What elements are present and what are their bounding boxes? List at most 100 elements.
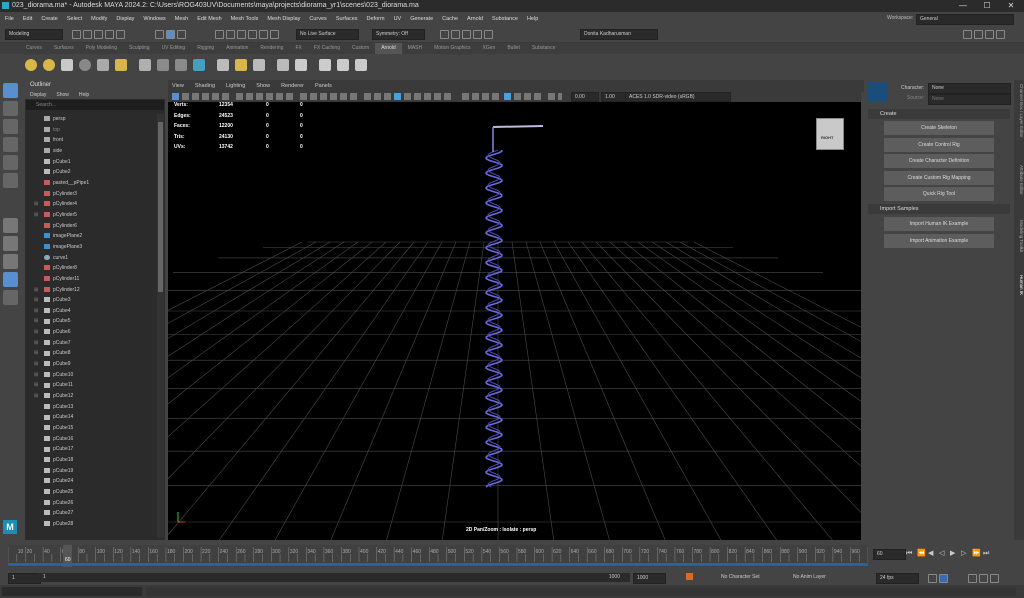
expand-icon[interactable]: ⊞ [34, 295, 38, 306]
current-frame-field[interactable]: 60 [873, 549, 906, 560]
menu-cache[interactable]: Cache [442, 16, 458, 22]
sound-icon[interactable] [939, 574, 948, 583]
settings-icon[interactable] [990, 574, 999, 583]
outliner-item[interactable]: pCube2 [25, 167, 157, 178]
expand-icon[interactable]: ⊞ [34, 210, 38, 221]
snap-pivot-icon[interactable] [270, 30, 279, 39]
expand-icon[interactable]: ⊞ [34, 316, 38, 327]
import-samples-section-header[interactable]: Import Samples [868, 204, 1010, 214]
physical-sky-icon[interactable] [97, 58, 109, 71]
hik-create-control-rig-button[interactable]: Create Control Rig [884, 137, 994, 152]
expand-icon[interactable]: ⊞ [34, 380, 38, 391]
shelf-tab-custom[interactable]: Custom [346, 43, 375, 54]
outliner-item[interactable]: pCube27 [25, 508, 157, 519]
outliner-item[interactable]: ⊞ pCylinder4 [25, 199, 157, 210]
outliner-item[interactable]: pCube25 [25, 487, 157, 498]
outliner-menu-display[interactable]: Display [30, 92, 46, 98]
outliner-item[interactable]: pCube14 [25, 412, 157, 423]
select-object-icon[interactable] [166, 30, 175, 39]
shader-ball-icon[interactable] [277, 58, 289, 71]
expand-icon[interactable]: ⊞ [34, 199, 38, 210]
outliner-item[interactable]: pCube15 [25, 423, 157, 434]
menu-modify[interactable]: Modify [91, 16, 107, 22]
shelf-tab-fx[interactable]: FX [289, 43, 307, 54]
menu-mesh-display[interactable]: Mesh Display [267, 16, 300, 22]
render-view-icon[interactable] [337, 58, 349, 71]
outliner-search-input[interactable]: Search... [26, 100, 164, 110]
shelf-tab-uv-editing[interactable]: UV Editing [156, 43, 192, 54]
maximize-button[interactable]: ☐ [976, 1, 998, 11]
paint-select-tool-icon[interactable] [3, 119, 18, 134]
outliner-scroll-thumb[interactable] [158, 122, 163, 292]
outliner-item[interactable]: front [25, 135, 157, 146]
expand-icon[interactable]: ⊞ [34, 338, 38, 349]
outliner-item[interactable]: ⊞ pCube10 [25, 370, 157, 381]
tab-human-ik[interactable]: Human IK [1014, 275, 1024, 295]
curve-collector-icon[interactable] [175, 58, 187, 71]
shelf-tab-mash[interactable]: MASH [402, 43, 428, 54]
command-line[interactable] [0, 585, 1024, 598]
outliner-item[interactable]: ⊞ pCube7 [25, 338, 157, 349]
outliner-item[interactable]: pCube16 [25, 434, 157, 445]
expand-icon[interactable]: ⊞ [34, 327, 38, 338]
four-pane-layout-icon[interactable] [3, 236, 18, 251]
outliner-item[interactable]: curve1 [25, 253, 157, 264]
outliner-layout-icon[interactable] [3, 272, 18, 287]
undo-icon[interactable] [105, 30, 114, 39]
mode-dropdown[interactable]: Modeling [5, 29, 63, 40]
new-scene-icon[interactable] [72, 30, 81, 39]
step-back-key-icon[interactable]: ⏪ [917, 550, 926, 557]
menu-mesh-tools[interactable]: Mesh Tools [231, 16, 259, 22]
shelf-tab-surfaces[interactable]: Surfaces [48, 43, 80, 54]
shelf-tab-xgen[interactable]: XGen [477, 43, 502, 54]
ipr-render-icon[interactable] [451, 30, 460, 39]
tab-attribute-editor[interactable]: Attribute Editor [1014, 165, 1024, 195]
close-button[interactable]: ✕ [1000, 1, 1022, 11]
channel-box-icon[interactable] [996, 30, 1005, 39]
outliner-item[interactable]: ⊞ pCube9 [25, 359, 157, 370]
playback-speed-icon[interactable] [979, 574, 988, 583]
tab-modeling-toolkit[interactable]: Modeling Toolkit [1014, 220, 1024, 252]
loop-icon[interactable] [928, 574, 937, 583]
character-dropdown[interactable]: None [928, 83, 1011, 94]
hik-create-custom-rig-mapping-button[interactable]: Create Custom Rig Mapping [884, 170, 994, 185]
maya-home-icon[interactable]: M [3, 520, 17, 534]
go-to-end-icon[interactable]: ⏭ [983, 550, 992, 557]
render-settings-icon[interactable] [462, 30, 471, 39]
shelf-tab-arnold[interactable]: Arnold [375, 43, 402, 54]
outliner-item[interactable]: persp [25, 114, 157, 125]
light-manager-icon[interactable] [235, 58, 247, 71]
search-icon[interactable] [3, 290, 18, 305]
time-slider[interactable]: 1020 40 60 80 100 120 140 160 180 200 220 240 260 280… [0, 541, 1024, 569]
menu-deform[interactable]: Deform [367, 16, 385, 22]
outliner-item[interactable]: top [25, 125, 157, 136]
viewport-scene[interactable] [168, 102, 861, 540]
scene-start-field[interactable]: 1 [8, 573, 41, 584]
viewport-menu-shading[interactable]: Shading [195, 83, 215, 89]
outliner-item[interactable]: pCube17 [25, 444, 157, 455]
outliner-item[interactable]: ⊞ pCube6 [25, 327, 157, 338]
tx-manager-icon[interactable] [217, 58, 229, 71]
expand-icon[interactable]: ⊞ [34, 370, 38, 381]
play-back-icon[interactable]: ◁ [939, 550, 948, 557]
lasso-tool-icon[interactable] [3, 101, 18, 116]
character-set-dropdown[interactable]: No Character Set [718, 573, 789, 582]
open-scene-icon[interactable] [83, 30, 92, 39]
outliner-item[interactable]: pCube1 [25, 157, 157, 168]
outliner-item[interactable]: pasted__pPipe1 [25, 178, 157, 189]
play-render-icon[interactable] [355, 58, 367, 71]
minimize-button[interactable]: — [952, 1, 974, 11]
hypershade-icon[interactable] [473, 30, 482, 39]
outliner-item[interactable]: imagePlane2 [25, 231, 157, 242]
workspace-dropdown[interactable]: General [916, 14, 1014, 25]
scale-tool-icon[interactable] [3, 173, 18, 188]
snap-curve-icon[interactable] [226, 30, 235, 39]
shelf-tab-substance[interactable]: Substance [526, 43, 562, 54]
menu-help[interactable]: Help [527, 16, 538, 22]
expand-icon[interactable]: ⊞ [34, 359, 38, 370]
viewport-menu-panels[interactable]: Panels [315, 83, 332, 89]
expand-icon[interactable]: ⊞ [34, 391, 38, 402]
expand-icon[interactable]: ⊞ [34, 306, 38, 317]
shelf-tab-curves[interactable]: Curves [20, 43, 48, 54]
outliner-menu-show[interactable]: Show [56, 92, 69, 98]
